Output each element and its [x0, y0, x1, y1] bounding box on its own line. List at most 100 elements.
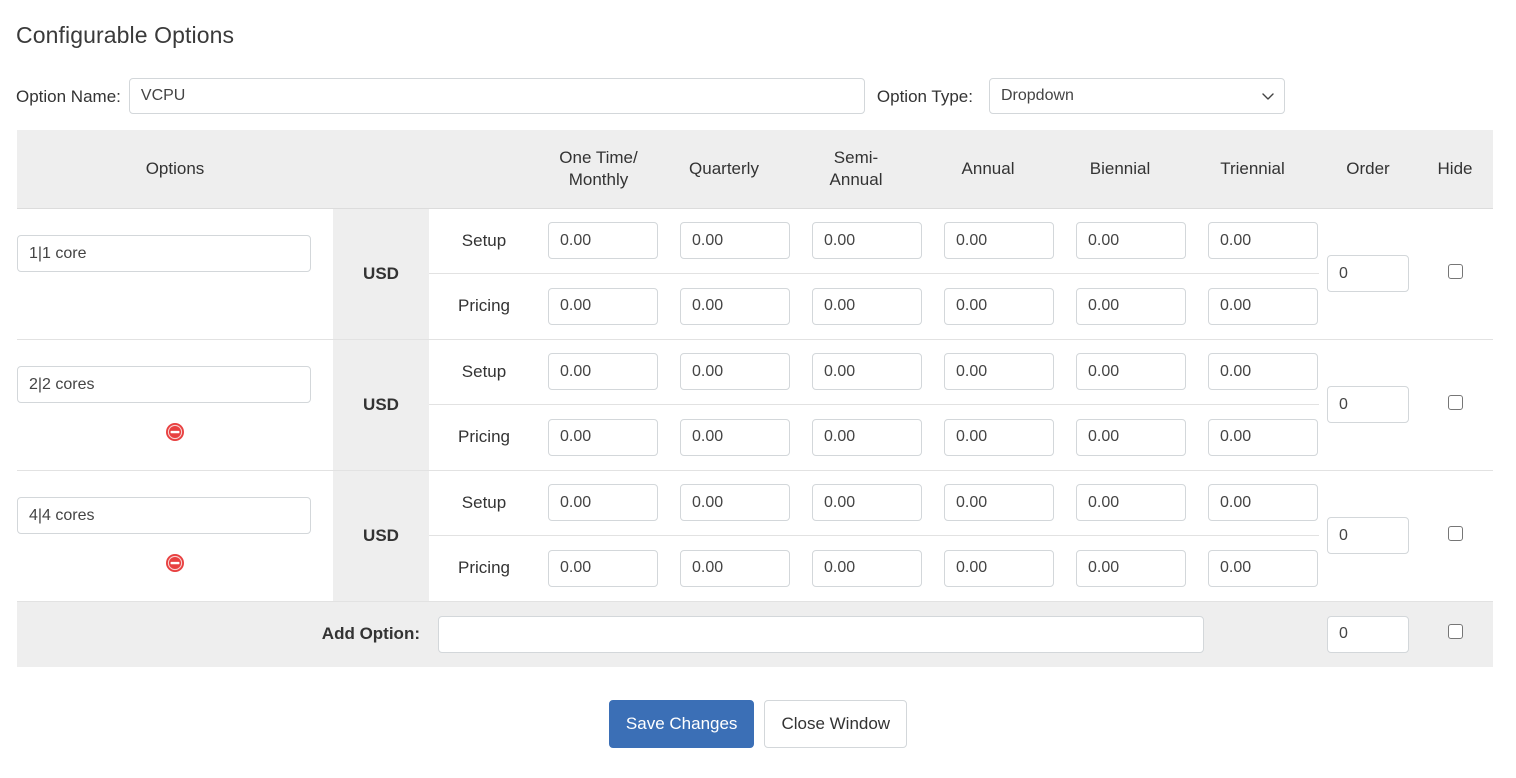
pricing-cell — [1067, 274, 1199, 339]
pricing-cell — [539, 405, 671, 470]
pricing-price-input[interactable] — [944, 418, 1054, 456]
setup-cell — [803, 208, 935, 274]
option-name-input[interactable] — [128, 78, 865, 114]
hide-checkbox[interactable] — [1447, 525, 1463, 541]
header-type-spacer — [429, 130, 539, 209]
header-biennial: Biennial — [1054, 130, 1186, 209]
pricing-label: Pricing — [458, 427, 510, 447]
option-label-input[interactable] — [17, 497, 311, 534]
setup-price-input[interactable] — [812, 484, 922, 522]
setup-cell — [539, 339, 671, 405]
setup-price-input[interactable] — [944, 353, 1054, 391]
pricing-price-input[interactable] — [944, 287, 1054, 325]
pricing-grid-cell: Setup Pricing — [429, 208, 1332, 340]
setup-cell — [803, 470, 935, 536]
option-type-select-value[interactable]: Dropdown — [988, 78, 1285, 114]
close-window-button[interactable]: Close Window — [764, 700, 908, 748]
order-input[interactable] — [1327, 255, 1409, 292]
setup-price-input[interactable] — [1208, 222, 1318, 260]
pricing-price-input[interactable] — [1076, 287, 1186, 325]
pricing-price-input[interactable] — [1076, 549, 1186, 587]
setup-price-input[interactable] — [1076, 353, 1186, 391]
pricing-cell — [1067, 536, 1199, 601]
setup-price-input[interactable] — [548, 222, 658, 260]
setup-price-input[interactable] — [1076, 222, 1186, 260]
setup-price-input[interactable] — [944, 484, 1054, 522]
option-label-input[interactable] — [17, 366, 311, 403]
setup-cell — [1199, 470, 1332, 536]
add-option-hide-cell — [1417, 600, 1493, 667]
pricing-price-input[interactable] — [680, 549, 790, 587]
pricing-price-input[interactable] — [812, 287, 922, 325]
setup-price-input[interactable] — [812, 222, 922, 260]
option-label-input[interactable] — [17, 235, 311, 272]
setup-price-input[interactable] — [1208, 484, 1318, 522]
option-type-label: Option Type: — [876, 86, 973, 106]
currency-cell: USD — [333, 208, 429, 340]
add-option-label: Add Option: — [17, 600, 429, 667]
pricing-cell — [803, 274, 935, 339]
add-option-order-input[interactable] — [1327, 615, 1409, 653]
add-option-input[interactable] — [438, 615, 1204, 653]
header-one-time-monthly: One Time/ Monthly — [539, 130, 658, 209]
order-input[interactable] — [1327, 517, 1409, 554]
pricing-price-input[interactable] — [1076, 418, 1186, 456]
pricing-price-input[interactable] — [944, 549, 1054, 587]
setup-label: Setup — [429, 339, 539, 405]
setup-cell — [935, 339, 1067, 405]
pricing-price-input[interactable] — [812, 549, 922, 587]
setup-price-input[interactable] — [680, 353, 790, 391]
pricing-cell — [1199, 405, 1332, 470]
header-annual: Annual — [922, 130, 1054, 209]
pricing-price-input[interactable] — [548, 418, 658, 456]
pricing-price-input[interactable] — [680, 287, 790, 325]
order-input[interactable] — [1327, 386, 1409, 423]
table-header-row: Options One Time/ Monthly Quarterly Semi… — [17, 130, 1493, 209]
setup-row: Setup — [429, 208, 1332, 274]
add-option-row: Add Option: — [17, 600, 1493, 667]
pricing-grid: Setup Pricing — [429, 339, 1332, 470]
pricing-cell — [671, 274, 803, 339]
pricing-cell — [671, 536, 803, 601]
pricing-cell — [539, 274, 671, 339]
pricing-price-input[interactable] — [812, 418, 922, 456]
hide-checkbox[interactable] — [1447, 394, 1463, 410]
pricing-price-input[interactable] — [680, 418, 790, 456]
setup-price-input[interactable] — [680, 484, 790, 522]
setup-price-input[interactable] — [944, 222, 1054, 260]
setup-cell — [935, 470, 1067, 536]
header-triennial: Triennial — [1186, 130, 1319, 209]
pricing-grid-cell: Setup Pricing — [429, 339, 1332, 471]
footer-button-bar: Save Changes Close Window — [0, 700, 1516, 748]
pricing-cell — [1199, 536, 1332, 601]
save-changes-button[interactable]: Save Changes — [608, 700, 755, 748]
pricing-row: Pricing — [429, 536, 1332, 601]
delete-option-wrapper — [17, 421, 333, 443]
delete-circle-icon[interactable] — [165, 553, 185, 573]
pricing-price-input[interactable] — [1208, 418, 1318, 456]
header-order: Order — [1319, 130, 1417, 209]
setup-price-input[interactable] — [1076, 484, 1186, 522]
option-header-row: Option Name: Option Type: Dropdown — [16, 78, 1306, 114]
pricing-price-input[interactable] — [1208, 287, 1318, 325]
pricing-price-input[interactable] — [548, 287, 658, 325]
option-name-label: Option Name: — [16, 86, 121, 106]
setup-price-input[interactable] — [680, 222, 790, 260]
option-type-select[interactable]: Dropdown — [988, 78, 1285, 114]
pricing-price-input[interactable] — [1208, 549, 1318, 587]
setup-price-input[interactable] — [1208, 353, 1318, 391]
pricing-grid: Setup Pricing — [429, 470, 1332, 601]
option-name-cell — [17, 208, 333, 340]
header-currency-spacer — [333, 130, 429, 209]
add-option-hide-checkbox[interactable] — [1447, 624, 1463, 640]
pricing-cell — [539, 536, 671, 601]
setup-price-input[interactable] — [548, 484, 658, 522]
pricing-price-input[interactable] — [548, 549, 658, 587]
pricing-grid: Setup Pricing — [429, 208, 1332, 339]
setup-price-input[interactable] — [548, 353, 658, 391]
hide-checkbox[interactable] — [1447, 263, 1463, 279]
header-hide: Hide — [1417, 130, 1493, 209]
header-quarterly: Quarterly — [658, 130, 790, 209]
delete-circle-icon[interactable] — [165, 422, 185, 442]
setup-price-input[interactable] — [812, 353, 922, 391]
